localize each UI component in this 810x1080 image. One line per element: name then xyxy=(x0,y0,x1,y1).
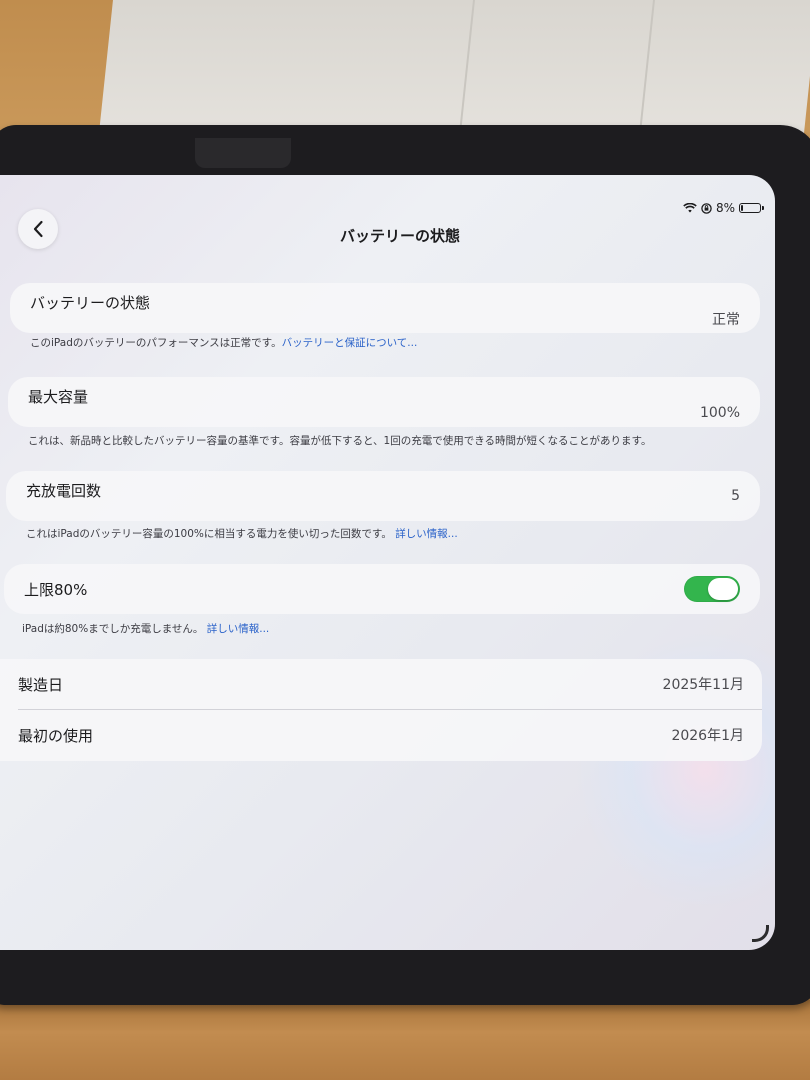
camera-housing xyxy=(195,138,291,168)
first-use-row: 最初の使用 2026年1月 xyxy=(18,710,744,760)
orientation-lock-icon xyxy=(701,202,712,214)
manufacture-date-label: 製造日 xyxy=(18,675,64,694)
cycle-count-footnote: これはiPadのバッテリー容量の100%に相当する電力を使い切った回数です。 詳… xyxy=(26,528,458,540)
wifi-icon xyxy=(683,203,697,213)
screen-corner-indicator xyxy=(752,925,769,942)
page-title: バッテリーの状態 xyxy=(339,227,460,245)
battery-warranty-link[interactable]: バッテリーと保証について... xyxy=(282,337,418,349)
max-capacity-label: 最大容量 xyxy=(28,387,89,406)
limit-80-more-link[interactable]: 詳しい情報... xyxy=(207,623,270,635)
wooden-table-edge xyxy=(0,1000,810,1080)
status-bar: 8% xyxy=(683,201,764,215)
max-capacity-value: 100% xyxy=(699,405,740,421)
limit-80-footnote: iPadは約80%までしか充電しません。 詳しい情報... xyxy=(22,623,270,635)
max-capacity-row: 最大容量 100% xyxy=(8,377,760,427)
battery-health-footnote: このiPadのバッテリーのパフォーマンスは正常です。バッテリーと保証について..… xyxy=(30,337,418,349)
battery-health-value: 正常 xyxy=(712,312,740,328)
cycle-count-more-link[interactable]: 詳しい情報... xyxy=(395,528,458,540)
first-use-label: 最初の使用 xyxy=(18,726,94,745)
battery-health-label: バッテリーの状態 xyxy=(30,293,151,312)
max-capacity-footnote: これは、新品時と比較したバッテリー容量の基準です。容量が低下すると、1回の充電で… xyxy=(28,435,652,447)
battery-health-row: バッテリーの状態 正常 xyxy=(10,283,760,333)
manufacture-date-row: 製造日 2025年11月 xyxy=(18,659,744,709)
dates-group: 製造日 2025年11月 最初の使用 2026年1月 xyxy=(0,659,762,761)
cycle-count-label: 充放電回数 xyxy=(26,481,102,500)
battery-icon xyxy=(739,203,764,213)
toggle-knob xyxy=(708,578,738,600)
manufacture-date-value: 2025年11月 xyxy=(662,677,744,693)
battery-percent: 8% xyxy=(715,201,735,215)
settings-screen: 8% バッテリーの状態 バッテリーの状態 正常 このiPadのバッテリーのパフォ… xyxy=(0,175,775,950)
limit-80-row[interactable]: 上限80% xyxy=(4,564,760,614)
limit-80-label: 上限80% xyxy=(24,580,88,599)
cycle-count-row: 充放電回数 5 xyxy=(6,471,760,521)
first-use-value: 2026年1月 xyxy=(671,728,744,744)
cycle-count-value: 5 xyxy=(731,488,740,504)
limit-80-toggle[interactable] xyxy=(684,576,740,602)
